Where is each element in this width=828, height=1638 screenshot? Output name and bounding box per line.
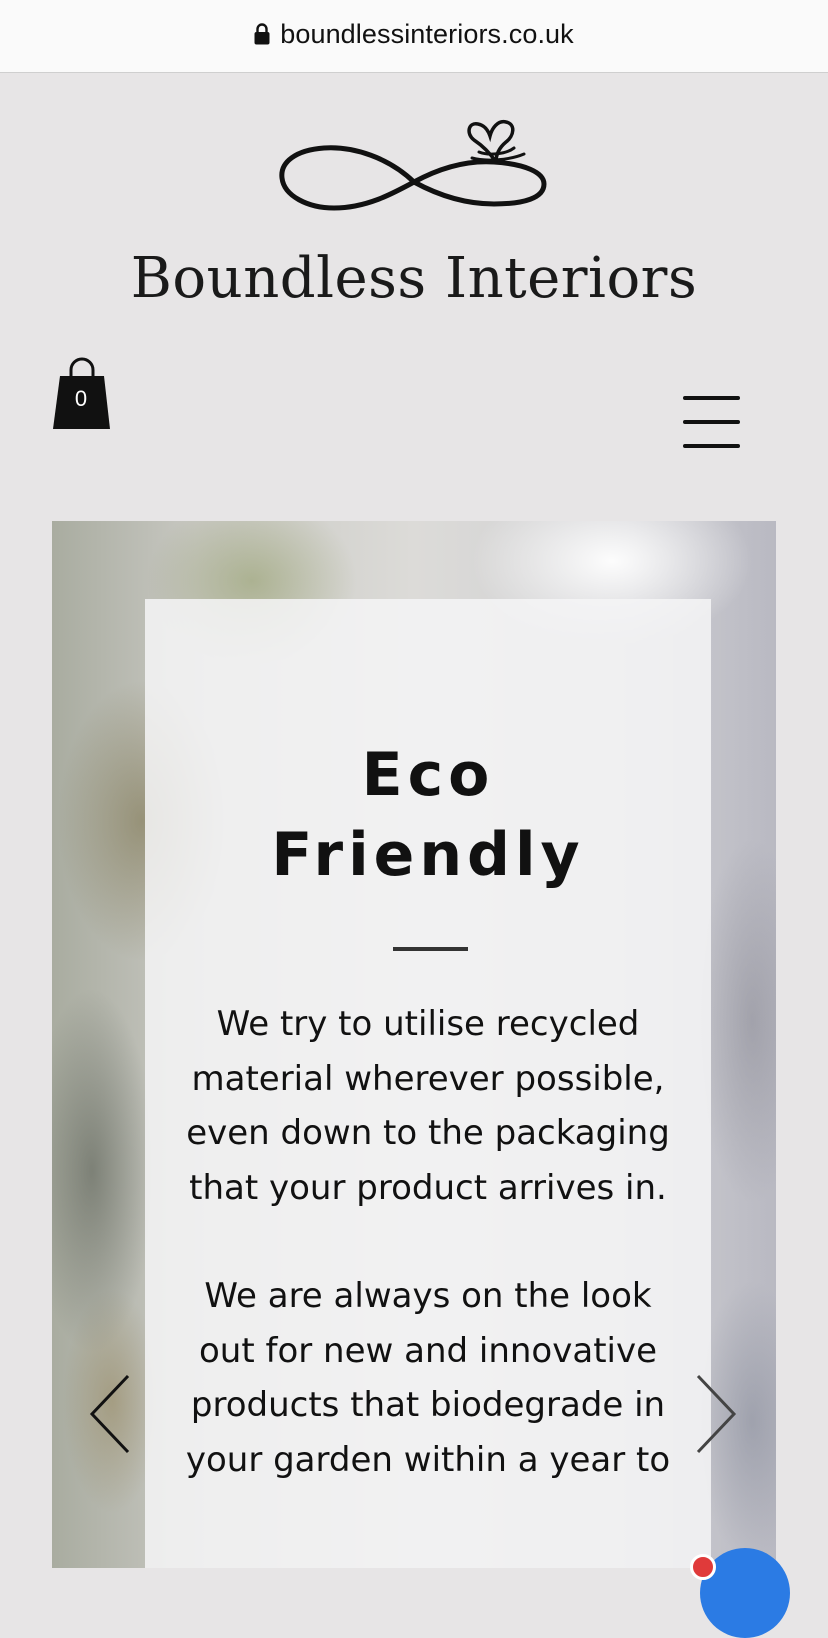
site-logo[interactable] bbox=[0, 110, 828, 222]
slide-body: We try to utilise recycled material wher… bbox=[175, 997, 681, 1487]
slider-prev-button[interactable] bbox=[88, 1374, 132, 1454]
chevron-right-icon bbox=[696, 1374, 737, 1454]
lock-icon bbox=[254, 23, 270, 45]
slide-title-line1: Eco bbox=[361, 740, 495, 810]
slide-paragraph-1: We try to utilise recycled material wher… bbox=[186, 1004, 670, 1208]
chat-notification-badge bbox=[690, 1554, 716, 1580]
hero-slider[interactable]: Eco Friendly We try to utilise recycled … bbox=[52, 521, 776, 1568]
cart-count: 0 bbox=[74, 386, 88, 411]
title-divider bbox=[393, 947, 468, 951]
url-text: boundlessinteriors.co.uk bbox=[280, 18, 574, 49]
chevron-left-icon bbox=[89, 1374, 130, 1454]
slide-title-line2: Friendly bbox=[271, 820, 585, 890]
menu-button[interactable] bbox=[680, 394, 742, 452]
slider-next-button[interactable] bbox=[694, 1374, 738, 1454]
chat-widget-button[interactable] bbox=[690, 1542, 790, 1638]
brand-name[interactable]: Boundless Interiors bbox=[0, 246, 828, 311]
browser-url-bar[interactable]: boundlessinteriors.co.uk bbox=[0, 0, 828, 73]
infinity-heart-icon bbox=[279, 119, 547, 211]
url-display[interactable]: boundlessinteriors.co.uk bbox=[254, 19, 574, 50]
cart-button[interactable]: 0 bbox=[52, 356, 112, 432]
slide-title: Eco Friendly bbox=[145, 735, 711, 895]
slide-card: Eco Friendly We try to utilise recycled … bbox=[145, 599, 711, 1568]
slide-paragraph-2: We are always on the look out for new an… bbox=[185, 1276, 671, 1480]
